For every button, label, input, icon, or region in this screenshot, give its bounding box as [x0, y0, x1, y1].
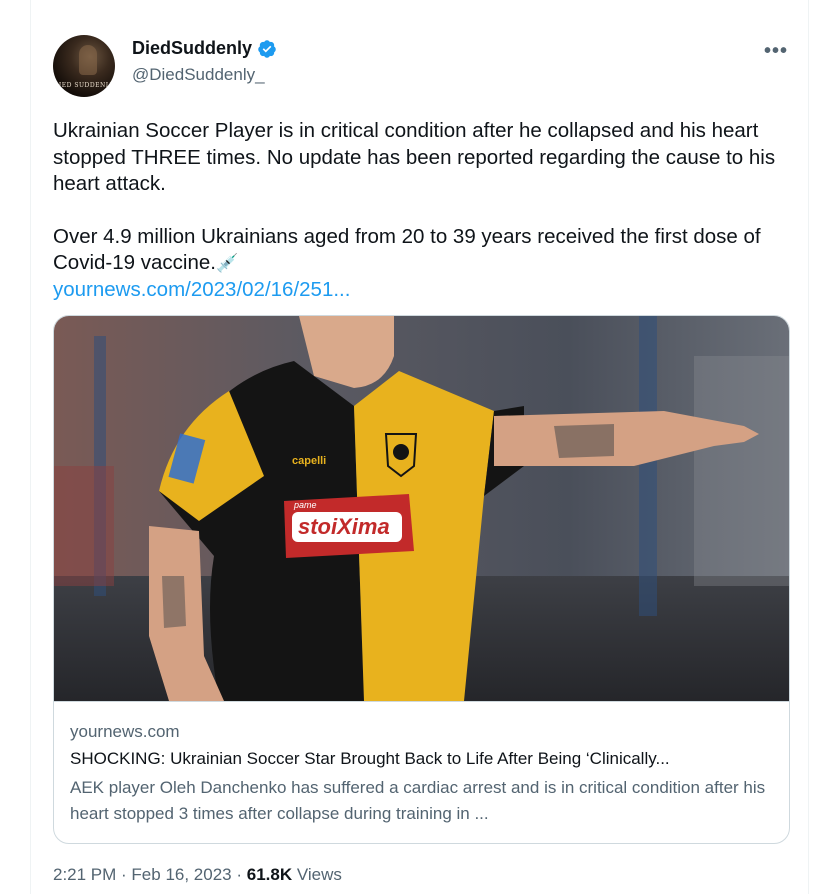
syringe-emoji-icon: 💉 — [215, 253, 239, 273]
more-options-icon[interactable]: ••• — [764, 40, 788, 63]
tweet-paragraph-2-text: Over 4.9 million Ukrainians aged from 20… — [53, 224, 761, 275]
separator-dot: · — [231, 865, 247, 884]
tweet-paragraph-1: Ukrainian Soccer Player is in critical c… — [53, 119, 776, 195]
card-meta[interactable]: yournews.com SHOCKING: Ukrainian Soccer … — [54, 701, 789, 843]
timeline-border-right — [808, 0, 809, 894]
card-domain: yournews.com — [70, 722, 180, 741]
author-handle[interactable]: @DiedSuddenly_ — [132, 65, 265, 85]
views-label: Views — [292, 865, 342, 884]
sponsor-text: stoiXima — [298, 514, 390, 539]
brand-text: capelli — [292, 455, 326, 467]
tweet-time[interactable]: 2:21 PM — [53, 865, 116, 884]
tweet-date[interactable]: Feb 16, 2023 — [131, 865, 231, 884]
timeline-border-left — [30, 0, 31, 894]
link-preview-card[interactable]: pame stoiXima capelli yournews.com SHOCK… — [53, 315, 790, 844]
separator-dot: · — [116, 865, 132, 884]
author-name[interactable]: DiedSuddenly — [132, 38, 252, 59]
avatar-figure — [79, 45, 97, 75]
avatar[interactable]: DIED SUDDENLY — [53, 35, 115, 97]
tweet-link-line: yournews.com/2023/02/16/251... — [53, 277, 793, 304]
views-count: 61.8K — [246, 865, 293, 884]
verified-badge-icon[interactable] — [257, 39, 277, 59]
tweet-meta: 2:21 PM · Feb 16, 2023 · 61.8K Views — [53, 865, 342, 885]
card-image[interactable]: pame stoiXima capelli — [54, 316, 789, 701]
card-description: AEK player Oleh Danchenko has suffered a… — [70, 778, 766, 823]
sponsor-top-text: pame — [293, 500, 317, 510]
tweet-paragraph-2: Over 4.9 million Ukrainians aged from 20… — [53, 224, 793, 277]
author-name-row: DiedSuddenly — [132, 38, 277, 59]
card-title[interactable]: SHOCKING: Ukrainian Soccer Star Brought … — [70, 749, 775, 769]
tweet-page: DIED SUDDENLY DiedSuddenly @DiedSuddenly… — [0, 0, 837, 894]
tweet-text: Ukrainian Soccer Player is in critical c… — [53, 118, 793, 303]
avatar-text: DIED SUDDENLY — [53, 82, 115, 89]
tweet-link[interactable]: yournews.com/2023/02/16/251... — [53, 278, 350, 301]
